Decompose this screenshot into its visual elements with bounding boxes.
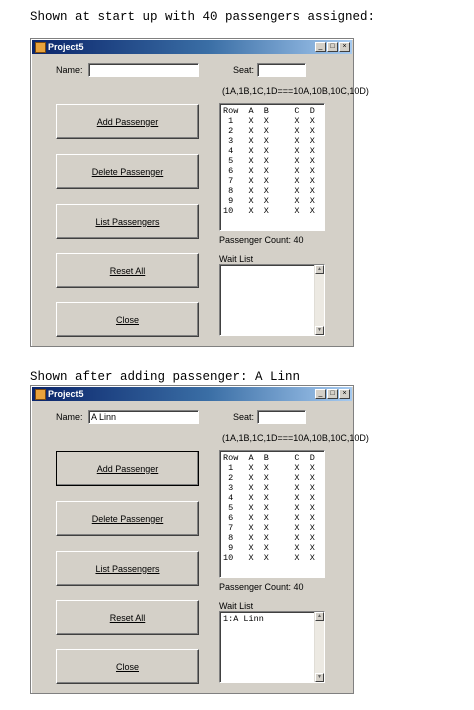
delete-passenger-button[interactable]: Delete Passenger bbox=[56, 154, 199, 189]
close-window-button[interactable]: × bbox=[339, 389, 350, 399]
name-input[interactable] bbox=[88, 63, 199, 77]
seat-label: Seat: bbox=[233, 65, 255, 75]
window-title: Project5 bbox=[48, 42, 84, 52]
title-bar[interactable]: Project5 _ □ × bbox=[32, 40, 352, 54]
close-button[interactable]: Close bbox=[56, 649, 199, 684]
minimize-button[interactable]: _ bbox=[315, 389, 326, 399]
wait-list-text: 1:A Linn bbox=[223, 614, 264, 624]
title-bar[interactable]: Project5 _ □ × bbox=[32, 387, 352, 401]
seat-input[interactable] bbox=[257, 63, 306, 77]
scroll-down-icon[interactable]: ▼ bbox=[315, 673, 324, 682]
project5-window-startup: Project5 _ □ × Name: Seat: (1A,1B,1C,1D=… bbox=[30, 38, 369, 347]
scroll-down-icon[interactable]: ▼ bbox=[315, 326, 324, 335]
add-passenger-button[interactable]: Add Passenger bbox=[56, 451, 199, 486]
close-button[interactable]: Close bbox=[56, 302, 199, 337]
window-title: Project5 bbox=[48, 389, 84, 399]
reset-all-button[interactable]: Reset All bbox=[56, 600, 199, 635]
scroll-up-icon[interactable]: ▲ bbox=[315, 265, 324, 274]
project5-window-after-add: Project5 _ □ × Name: A Linn Seat: (1A,1B… bbox=[30, 385, 369, 694]
wait-list-box[interactable]: ▲ ▼ bbox=[219, 264, 325, 336]
wait-list-scrollbar[interactable]: ▲ ▼ bbox=[314, 612, 324, 682]
seat-format-hint: (1A,1B,1C,1D===10A,10B,10C,10D) bbox=[222, 433, 369, 443]
list-passengers-button[interactable]: List Passengers bbox=[56, 204, 199, 239]
name-label: Name: bbox=[56, 412, 83, 422]
delete-passenger-button[interactable]: Delete Passenger bbox=[56, 501, 199, 536]
seat-format-hint: (1A,1B,1C,1D===10A,10B,10C,10D) bbox=[222, 86, 369, 96]
minimize-button[interactable]: _ bbox=[315, 42, 326, 52]
wait-list-scrollbar[interactable]: ▲ ▼ bbox=[314, 265, 324, 335]
seat-input[interactable] bbox=[257, 410, 306, 424]
caption-after-add: Shown after adding passenger: A Linn bbox=[30, 370, 301, 384]
passenger-count-label: Passenger Count: 40 bbox=[219, 235, 304, 245]
passenger-count-label: Passenger Count: 40 bbox=[219, 582, 304, 592]
seat-label: Seat: bbox=[233, 412, 255, 422]
reset-all-button[interactable]: Reset All bbox=[56, 253, 199, 288]
wait-list-box[interactable]: 1:A Linn ▲ ▼ bbox=[219, 611, 325, 683]
name-input[interactable]: A Linn bbox=[88, 410, 199, 424]
add-passenger-button[interactable]: Add Passenger bbox=[56, 104, 199, 139]
name-label: Name: bbox=[56, 65, 83, 75]
app-icon bbox=[35, 389, 46, 400]
list-passengers-button[interactable]: List Passengers bbox=[56, 551, 199, 586]
caption-startup: Shown at start up with 40 passengers ass… bbox=[30, 10, 376, 24]
wait-list-label: Wait List bbox=[219, 254, 254, 264]
app-icon bbox=[35, 42, 46, 53]
maximize-button[interactable]: □ bbox=[327, 42, 338, 52]
wait-list-label: Wait List bbox=[219, 601, 254, 611]
maximize-button[interactable]: □ bbox=[327, 389, 338, 399]
scroll-up-icon[interactable]: ▲ bbox=[315, 612, 324, 621]
seat-chart-listbox[interactable]: Row A B C D 1 X X X X 2 X X X X 3 X X X … bbox=[219, 103, 325, 231]
close-window-button[interactable]: × bbox=[339, 42, 350, 52]
seat-chart-listbox[interactable]: Row A B C D 1 X X X X 2 X X X X 3 X X X … bbox=[219, 450, 325, 578]
